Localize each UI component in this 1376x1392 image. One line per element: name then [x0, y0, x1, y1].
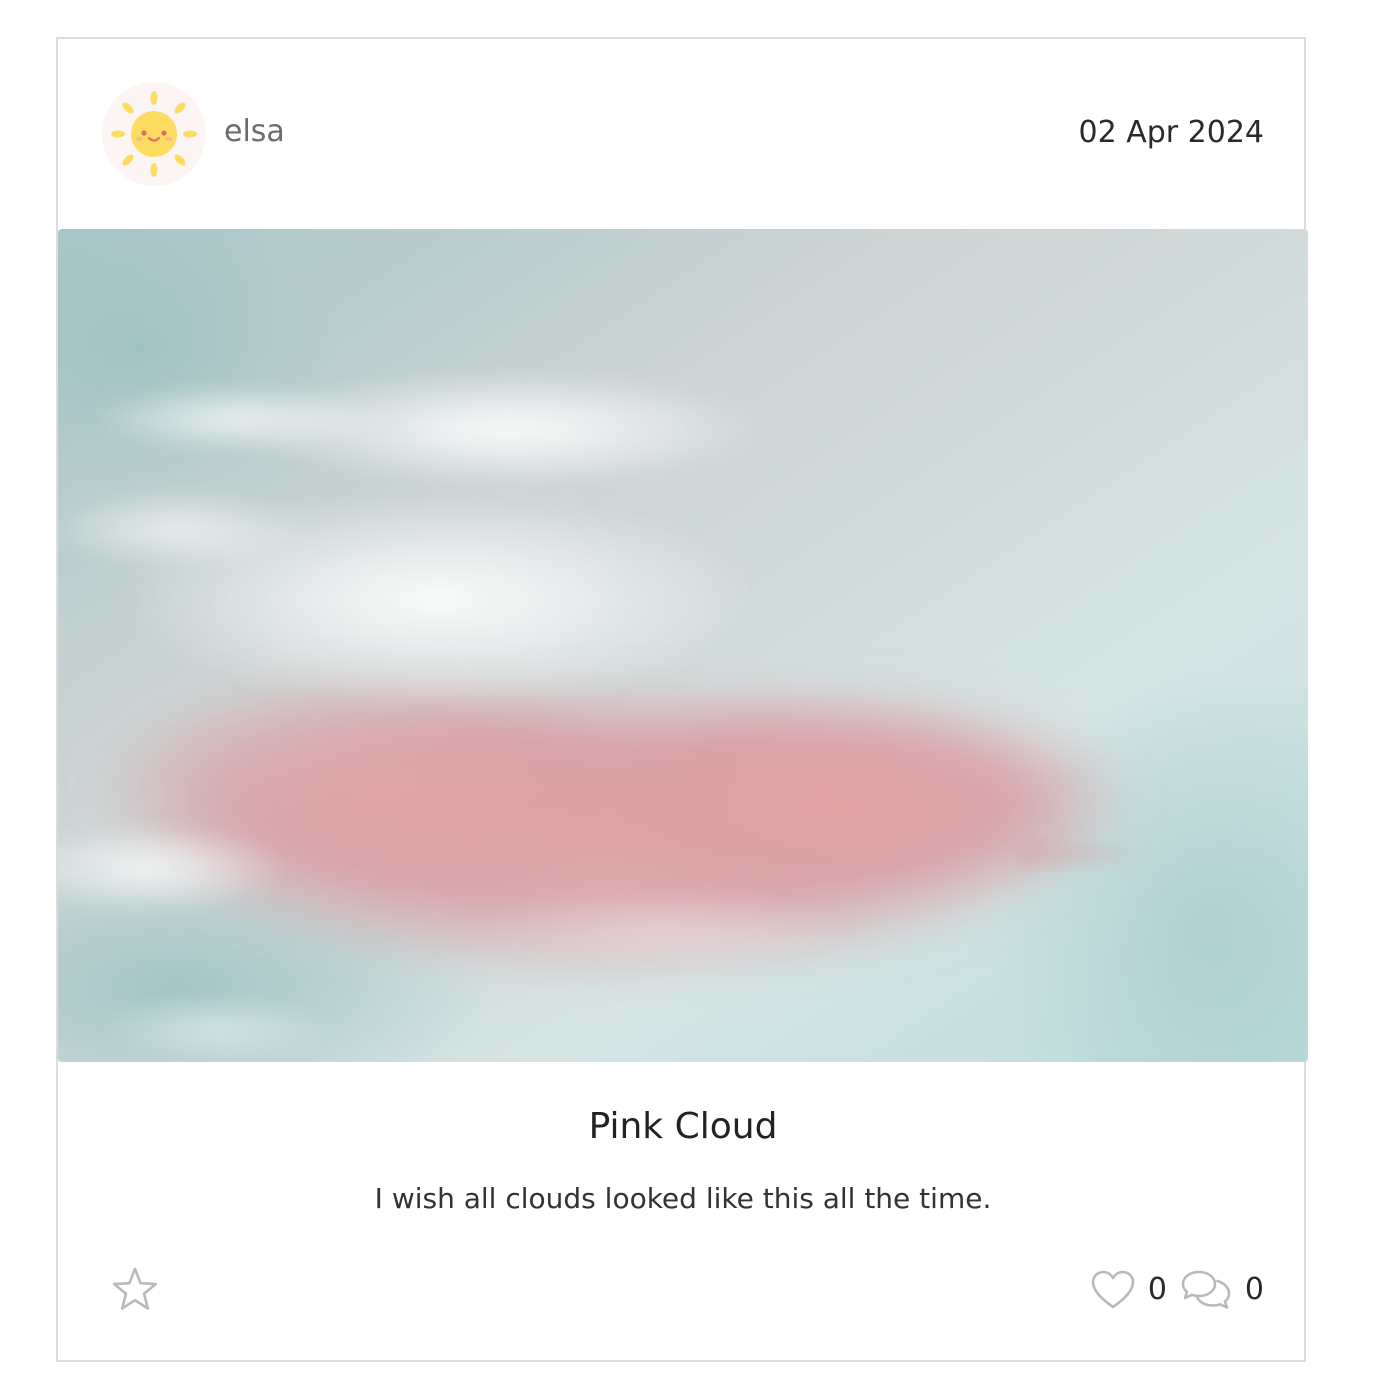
speech-bubbles-icon[interactable]	[1179, 1268, 1233, 1312]
post-actions: 0 0	[1090, 1265, 1264, 1315]
post-image[interactable]	[58, 229, 1308, 1062]
star-outline-icon	[112, 1267, 158, 1310]
favorite-button[interactable]	[110, 1265, 160, 1315]
sun-face-icon	[111, 91, 197, 177]
post-date: 02 Apr 2024	[1078, 115, 1265, 150]
heart-outline-icon[interactable]	[1090, 1268, 1136, 1312]
pink-cloud-photo	[58, 229, 1308, 1062]
comments-count: 0	[1244, 1272, 1264, 1307]
author-name[interactable]: elsa	[224, 113, 285, 151]
post-card: elsa 02 Apr 2024 Pink Cloud I wish all c…	[56, 37, 1308, 1362]
post-description: I wish all clouds looked like this all t…	[374, 1182, 992, 1215]
post-title: Pink Cloud	[588, 1106, 778, 1147]
author-avatar[interactable]	[102, 82, 206, 186]
likes-count: 0	[1147, 1272, 1167, 1307]
